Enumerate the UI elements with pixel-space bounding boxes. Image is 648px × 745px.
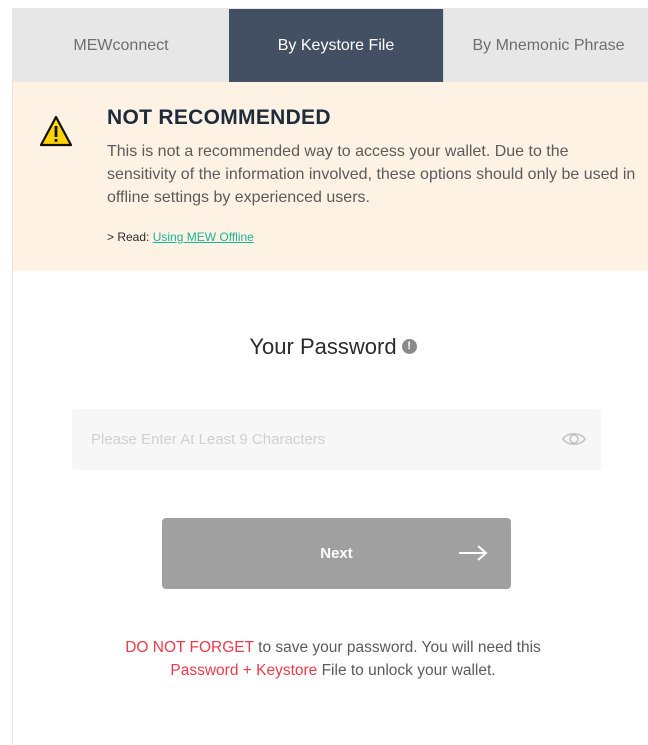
access-wallet-panel: MEWconnect By Keystore File By Mnemonic … xyxy=(12,8,648,745)
password-field xyxy=(72,409,601,470)
reminder-line-1-rest: to save your password. You will need thi… xyxy=(253,639,541,656)
reminder-line-1: DO NOT FORGET to save your password. You… xyxy=(13,636,648,659)
tab-mnemonic-phrase[interactable]: By Mnemonic Phrase xyxy=(443,9,648,82)
password-title-text: Your Password xyxy=(249,334,397,359)
tab-keystore-file[interactable]: By Keystore File xyxy=(229,9,443,82)
password-keystore-text: Password + Keystore xyxy=(170,662,318,679)
tab-mewconnect[interactable]: MEWconnect xyxy=(13,9,229,82)
warning-body: This is not a recommended way to access … xyxy=(107,143,636,206)
password-reminder: DO NOT FORGET to save your password. You… xyxy=(13,636,648,682)
read-prefix: > Read: xyxy=(107,230,153,244)
arrow-right-icon xyxy=(459,545,488,561)
reminder-line-2: Password + Keystore File to unlock your … xyxy=(13,659,648,682)
warning-title: NOT RECOMMENDED xyxy=(107,106,331,129)
next-button[interactable]: Next xyxy=(162,518,511,589)
do-not-forget-text: DO NOT FORGET xyxy=(125,639,254,656)
eye-icon[interactable] xyxy=(561,428,587,450)
warning-triangle-icon xyxy=(39,115,73,147)
not-recommended-warning: NOT RECOMMENDED This is not a recommende… xyxy=(13,82,648,271)
info-icon[interactable]: ! xyxy=(401,338,417,354)
reminder-line-2-rest: File to unlock your wallet. xyxy=(317,662,496,679)
access-method-tabs: MEWconnect By Keystore File By Mnemonic … xyxy=(13,9,648,82)
password-input[interactable] xyxy=(72,409,542,470)
using-mew-offline-link[interactable]: Using MEW Offline xyxy=(153,230,254,244)
warning-read-line: > Read: Using MEW Offline xyxy=(107,230,254,244)
password-title: Your Password! xyxy=(13,334,648,360)
